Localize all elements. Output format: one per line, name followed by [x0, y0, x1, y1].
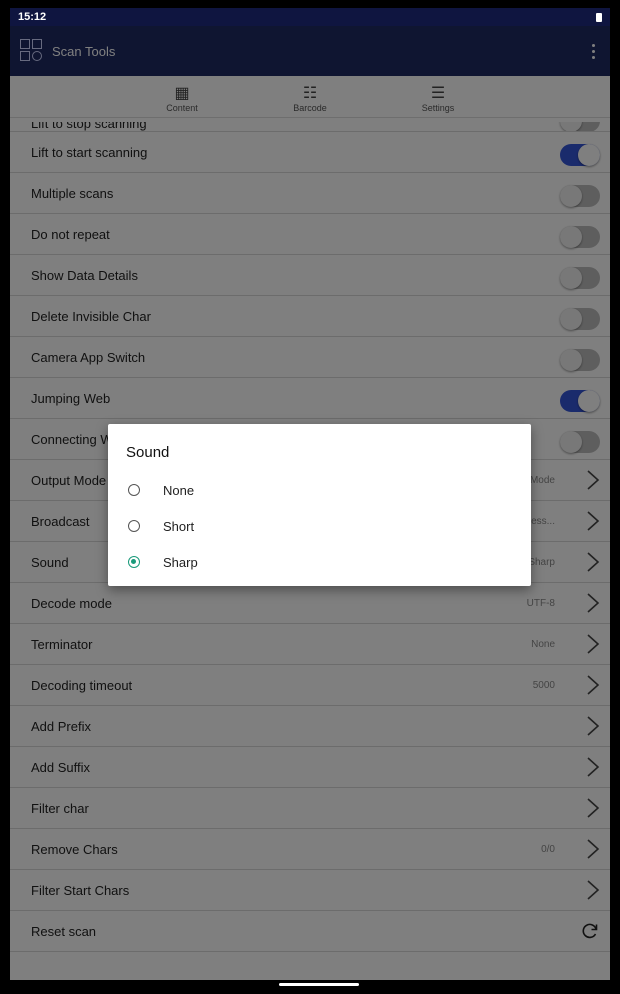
device-screen: 15:12 Scan Tools ▦Content☷Barcode☰Settin…	[10, 8, 610, 990]
option-label: Short	[163, 518, 195, 534]
battery-icon	[596, 12, 602, 22]
status-bar: 15:12	[10, 8, 610, 26]
dialog-title: Sound	[126, 444, 170, 461]
radio-button[interactable]	[128, 484, 140, 496]
sound-dialog: Sound None Short Sharp	[108, 424, 531, 586]
status-time: 15:12	[18, 11, 47, 23]
radio-button[interactable]	[128, 520, 140, 532]
option-label: None	[163, 482, 195, 498]
home-gesture-handle[interactable]	[279, 983, 359, 986]
sound-option-none[interactable]: None	[108, 472, 531, 508]
sound-option-short[interactable]: Short	[108, 508, 531, 544]
navigation-bar	[10, 980, 610, 990]
radio-button[interactable]	[128, 556, 140, 568]
sound-option-sharp[interactable]: Sharp	[108, 544, 531, 580]
option-label: Sharp	[163, 554, 198, 570]
